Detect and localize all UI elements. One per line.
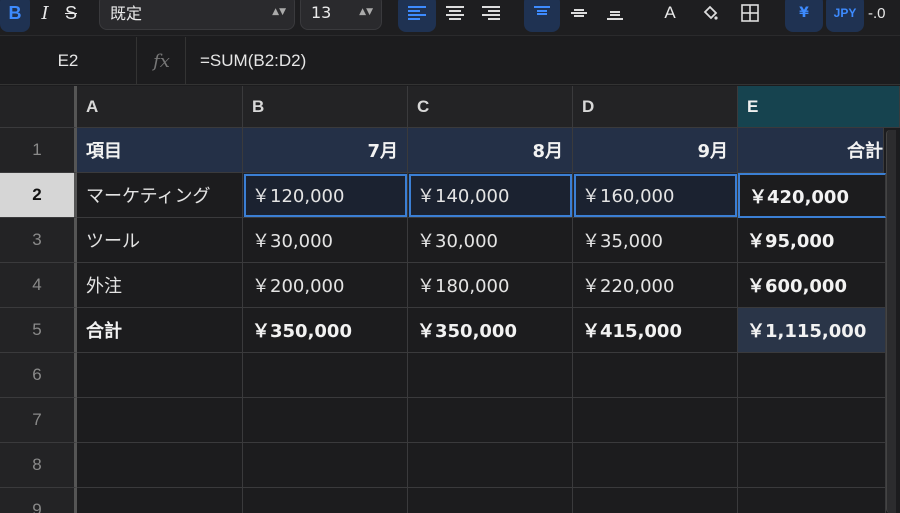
strikethrough-button[interactable]: S [60,0,82,32]
align-center-icon [446,6,464,20]
column-header-a[interactable]: A [77,86,243,128]
column-header-d[interactable]: D [573,86,738,128]
cell-e3[interactable]: ￥95,000 [738,218,886,263]
align-left-button[interactable] [398,0,436,32]
name-box[interactable]: E2 [0,37,137,85]
cell-c5[interactable]: ￥350,000 [408,308,573,353]
cell-a7[interactable] [77,398,243,443]
cell-c4[interactable]: ￥180,000 [408,263,573,308]
cell-c8[interactable] [408,443,573,488]
cell-d1[interactable]: 9月 [573,128,738,173]
borders-button[interactable] [736,0,764,32]
valign-bottom-button[interactable] [600,0,630,32]
cell-a4[interactable]: 外注 [77,263,243,308]
cell-b1[interactable]: 7月 [243,128,408,173]
cell-a1[interactable]: 項目 [77,128,243,173]
cell-b6[interactable] [243,353,408,398]
cell-a3[interactable]: ツール [77,218,243,263]
cell-a6[interactable] [77,353,243,398]
currency-jpy-button[interactable]: JPY [826,0,864,32]
cell-c1[interactable]: 8月 [408,128,573,173]
align-center-button[interactable] [440,0,470,32]
align-right-icon [482,6,500,20]
cell-b9[interactable] [243,488,408,513]
font-family-value: 既定 [110,4,143,23]
cell-e9[interactable] [738,488,886,513]
font-size-value: 13 [311,2,332,22]
chevron-down-icon: ▲▼ [272,7,286,17]
fill-color-button[interactable] [696,0,724,32]
cell-a5[interactable]: 合計 [77,308,243,353]
formula-bar: E2 fx =SUM(B2:D2) [0,37,900,85]
cell-b2[interactable]: ￥120,000 [243,173,408,218]
vertical-scrollbar[interactable] [886,130,896,513]
cell-d5[interactable]: ￥415,000 [573,308,738,353]
cell-a9[interactable] [77,488,243,513]
cell-d7[interactable] [573,398,738,443]
spreadsheet-grid: A B C D E 1 2 3 4 5 6 7 8 9 項目 7月 8月 9月 … [0,86,900,513]
cell-e2[interactable]: ￥420,000 [738,173,886,218]
cell-a8[interactable] [77,443,243,488]
align-left-icon [408,6,426,20]
column-header-b[interactable]: B [243,86,408,128]
text-color-button[interactable]: A [656,0,684,32]
bold-button[interactable]: B [0,0,30,32]
cell-b8[interactable] [243,443,408,488]
align-right-button[interactable] [476,0,506,32]
function-icon[interactable]: fx [138,37,186,85]
cell-c2[interactable]: ￥140,000 [408,173,573,218]
cell-e4[interactable]: ￥600,000 [738,263,886,308]
column-header-e[interactable]: E [738,86,900,128]
cell-e7[interactable] [738,398,886,443]
cell-b5[interactable]: ￥350,000 [243,308,408,353]
valign-top-button[interactable] [524,0,560,32]
decrease-decimal-button[interactable]: -.0 [868,0,900,32]
valign-top-icon [534,6,550,15]
row-header-7[interactable]: 7 [0,398,77,443]
cell-d8[interactable] [573,443,738,488]
formula-input[interactable]: =SUM(B2:D2) [200,37,306,85]
paint-bucket-icon [703,5,718,20]
row-header-4[interactable]: 4 [0,263,77,308]
column-header-c[interactable]: C [408,86,573,128]
cell-e8[interactable] [738,443,886,488]
borders-icon [741,4,759,22]
cell-d9[interactable] [573,488,738,513]
cell-e1[interactable]: 合計 [738,128,884,173]
cell-c7[interactable] [408,398,573,443]
cell-c6[interactable] [408,353,573,398]
italic-button[interactable]: I [34,0,56,32]
cell-e6[interactable] [738,353,886,398]
cell-c3[interactable]: ￥30,000 [408,218,573,263]
row-header-9[interactable]: 9 [0,488,77,513]
select-all-corner[interactable] [0,86,77,128]
font-family-select[interactable]: 既定 ▲▼ [99,0,295,30]
cell-c9[interactable] [408,488,573,513]
row-header-8[interactable]: 8 [0,443,77,488]
row-header-6[interactable]: 6 [0,353,77,398]
valign-bottom-icon [607,11,623,20]
valign-middle-button[interactable] [564,0,594,32]
cell-d6[interactable] [573,353,738,398]
row-header-3[interactable]: 3 [0,218,77,263]
currency-yen-button[interactable]: ¥ [785,0,823,32]
cell-b7[interactable] [243,398,408,443]
cell-b3[interactable]: ￥30,000 [243,218,408,263]
valign-middle-icon [571,9,587,17]
cell-b4[interactable]: ￥200,000 [243,263,408,308]
row-header-5[interactable]: 5 [0,308,77,353]
cell-d4[interactable]: ￥220,000 [573,263,738,308]
cell-d2[interactable]: ￥160,000 [573,173,738,218]
cell-d3[interactable]: ￥35,000 [573,218,738,263]
row-header-2[interactable]: 2 [0,173,77,218]
cell-a2[interactable]: マーケティング [77,173,243,218]
row-header-1[interactable]: 1 [0,128,77,173]
toolbar: B I S 既定 ▲▼ 13 ▲▼ A ¥ JPY -.0 [0,0,900,36]
cell-e5[interactable]: ￥1,115,000 [738,308,886,353]
font-size-select[interactable]: 13 ▲▼ [300,0,382,30]
chevron-down-icon: ▲▼ [359,7,373,17]
